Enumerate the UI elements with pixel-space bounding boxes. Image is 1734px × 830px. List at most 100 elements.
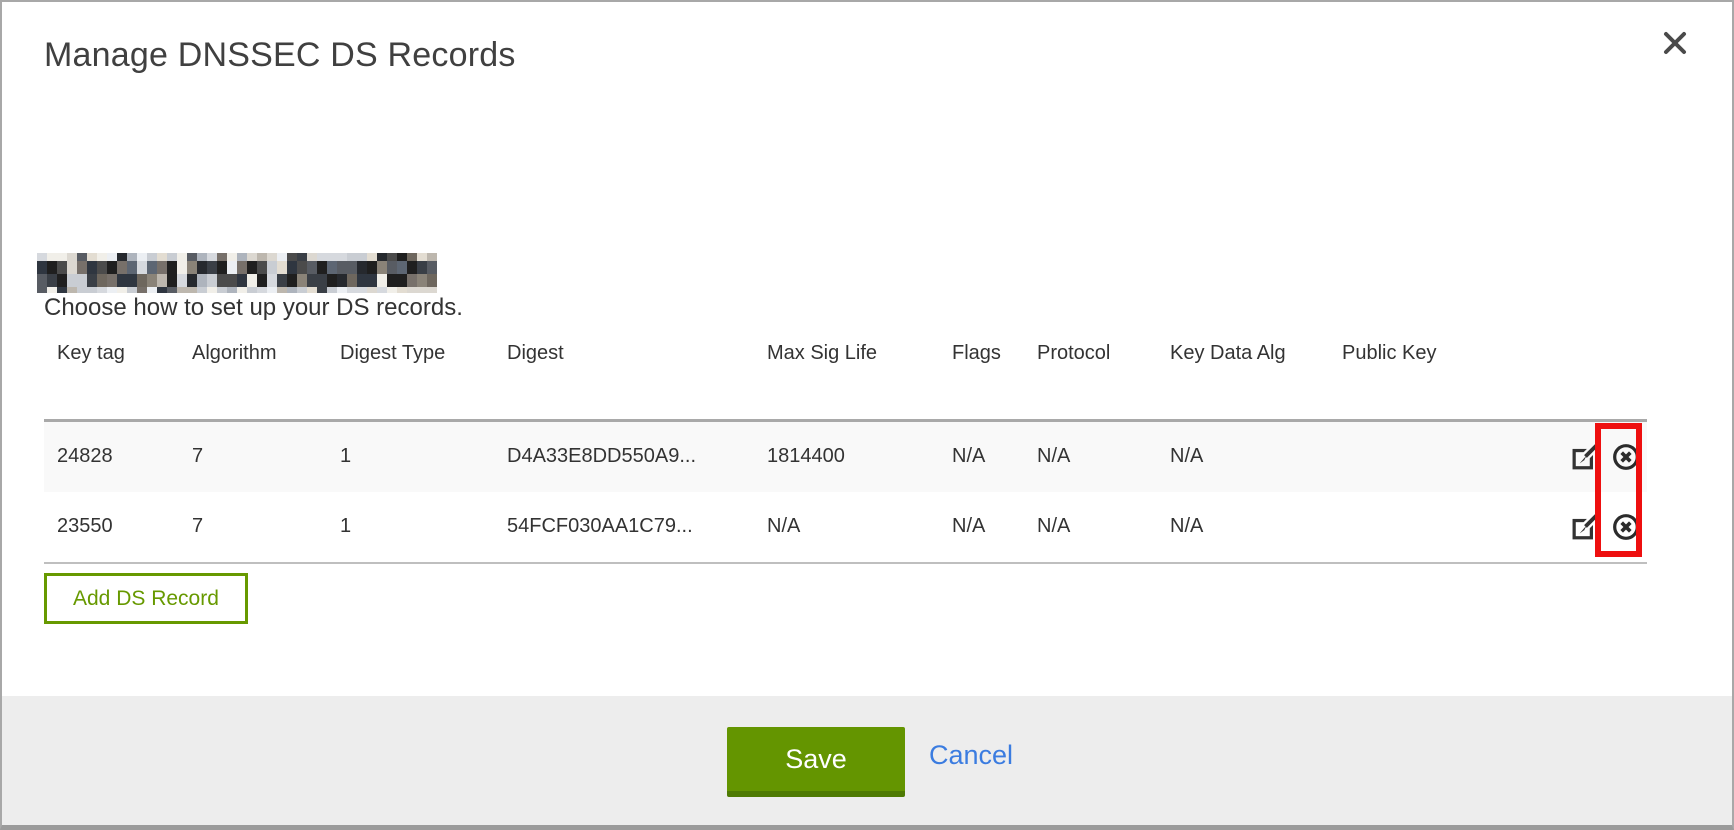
redaction-pixel <box>37 287 47 293</box>
redaction-pixel <box>47 274 57 287</box>
cancel-link[interactable]: Cancel <box>929 740 1013 771</box>
redaction-pixel <box>257 287 267 293</box>
redaction-pixel <box>397 253 407 261</box>
redaction-pixel <box>107 253 117 261</box>
redaction-pixel <box>297 274 307 287</box>
redaction-pixel <box>387 274 397 287</box>
redaction-pixel <box>117 274 127 287</box>
cell-key-tag: 23550 <box>44 492 179 563</box>
redaction-pixel <box>357 287 367 293</box>
redaction-pixel <box>367 253 377 261</box>
redaction-pixel <box>197 253 207 261</box>
redaction-pixel <box>257 261 267 274</box>
redaction-pixel <box>227 253 237 261</box>
redaction-pixel <box>107 274 117 287</box>
redaction-pixel <box>217 274 227 287</box>
redaction-pixel <box>407 261 417 274</box>
redaction-pixel <box>217 287 227 293</box>
redaction-pixel <box>427 287 437 293</box>
redaction-pixel <box>267 274 277 287</box>
redaction-pixel <box>357 261 367 274</box>
redaction-pixel <box>217 253 227 261</box>
redaction-pixel <box>177 287 187 293</box>
redaction-pixel <box>317 261 327 274</box>
redaction-pixel <box>47 253 57 261</box>
redaction-pixel <box>387 253 397 261</box>
redaction-pixel <box>427 261 437 274</box>
redaction-pixel <box>307 261 317 274</box>
redaction-pixel <box>167 274 177 287</box>
cell-max-sig-life: 1814400 <box>754 421 939 492</box>
redaction-pixel <box>197 274 207 287</box>
redaction-pixel <box>137 253 147 261</box>
redaction-pixel <box>97 261 107 274</box>
redaction-pixel <box>257 253 267 261</box>
ds-records-table: Key tag Algorithm Digest Type Digest Max… <box>44 334 1647 564</box>
redaction-pixel <box>367 287 377 293</box>
edit-record-icon[interactable] <box>1572 513 1600 541</box>
redaction-pixel <box>127 261 137 274</box>
redaction-pixel <box>297 253 307 261</box>
cell-digest: 54FCF030AA1C79... <box>494 492 754 563</box>
redaction-pixel <box>167 253 177 261</box>
redaction-pixel <box>357 274 367 287</box>
redaction-pixel <box>87 261 97 274</box>
redaction-pixel <box>117 287 127 293</box>
redaction-pixel <box>127 253 137 261</box>
redaction-pixel <box>157 253 167 261</box>
redaction-pixel <box>417 261 427 274</box>
col-header-flags: Flags <box>939 334 1024 421</box>
redaction-pixel <box>297 287 307 293</box>
redaction-pixel <box>47 261 57 274</box>
redaction-pixel <box>47 287 57 293</box>
redaction-pixel <box>287 261 297 274</box>
redaction-pixel <box>117 253 127 261</box>
table-row: 24828 7 1 D4A33E8DD550A9... 1814400 N/A … <box>44 421 1647 492</box>
col-header-digest-type: Digest Type <box>327 334 494 421</box>
redaction-pixel <box>87 274 97 287</box>
redaction-pixel <box>337 253 347 261</box>
col-header-key-tag: Key tag <box>44 334 179 421</box>
redaction-pixel <box>97 287 107 293</box>
redaction-pixel <box>267 253 277 261</box>
redaction-pixel <box>177 253 187 261</box>
instruction-text: Choose how to set up your DS records. <box>44 294 463 322</box>
redaction-pixel <box>157 274 167 287</box>
redaction-pixel <box>417 253 427 261</box>
redaction-pixel <box>287 287 297 293</box>
redaction-pixel <box>297 261 307 274</box>
redaction-pixel <box>57 274 67 287</box>
redaction-pixel <box>237 253 247 261</box>
cell-key-data-alg: N/A <box>1157 492 1329 563</box>
cell-public-key <box>1329 421 1559 492</box>
redaction-pixel <box>237 274 247 287</box>
redaction-pixel <box>67 261 77 274</box>
cell-digest-type: 1 <box>327 492 494 563</box>
edit-record-icon[interactable] <box>1572 443 1600 471</box>
redaction-pixel <box>167 261 177 274</box>
save-button[interactable]: Save <box>727 727 905 797</box>
add-ds-record-button[interactable]: Add DS Record <box>44 573 248 624</box>
col-header-algorithm: Algorithm <box>179 334 327 421</box>
redaction-pixel <box>407 274 417 287</box>
redaction-pixel <box>387 261 397 274</box>
redaction-pixel <box>137 274 147 287</box>
redaction-pixel <box>327 287 337 293</box>
close-button[interactable] <box>1658 28 1692 62</box>
redaction-pixel <box>327 253 337 261</box>
redaction-pixel <box>367 274 377 287</box>
redaction-pixel <box>77 253 87 261</box>
redaction-pixel <box>87 287 97 293</box>
redaction-pixel <box>147 274 157 287</box>
redaction-pixel <box>177 261 187 274</box>
redaction-pixel <box>347 274 357 287</box>
delete-record-icon[interactable] <box>1612 443 1640 471</box>
delete-record-icon[interactable] <box>1612 513 1640 541</box>
redaction-pixel <box>377 261 387 274</box>
redaction-pixel <box>207 253 217 261</box>
redaction-pixel <box>137 261 147 274</box>
redaction-pixel <box>277 261 287 274</box>
cell-algorithm: 7 <box>179 492 327 563</box>
redaction-pixel <box>187 287 197 293</box>
col-header-actions <box>1559 334 1647 421</box>
